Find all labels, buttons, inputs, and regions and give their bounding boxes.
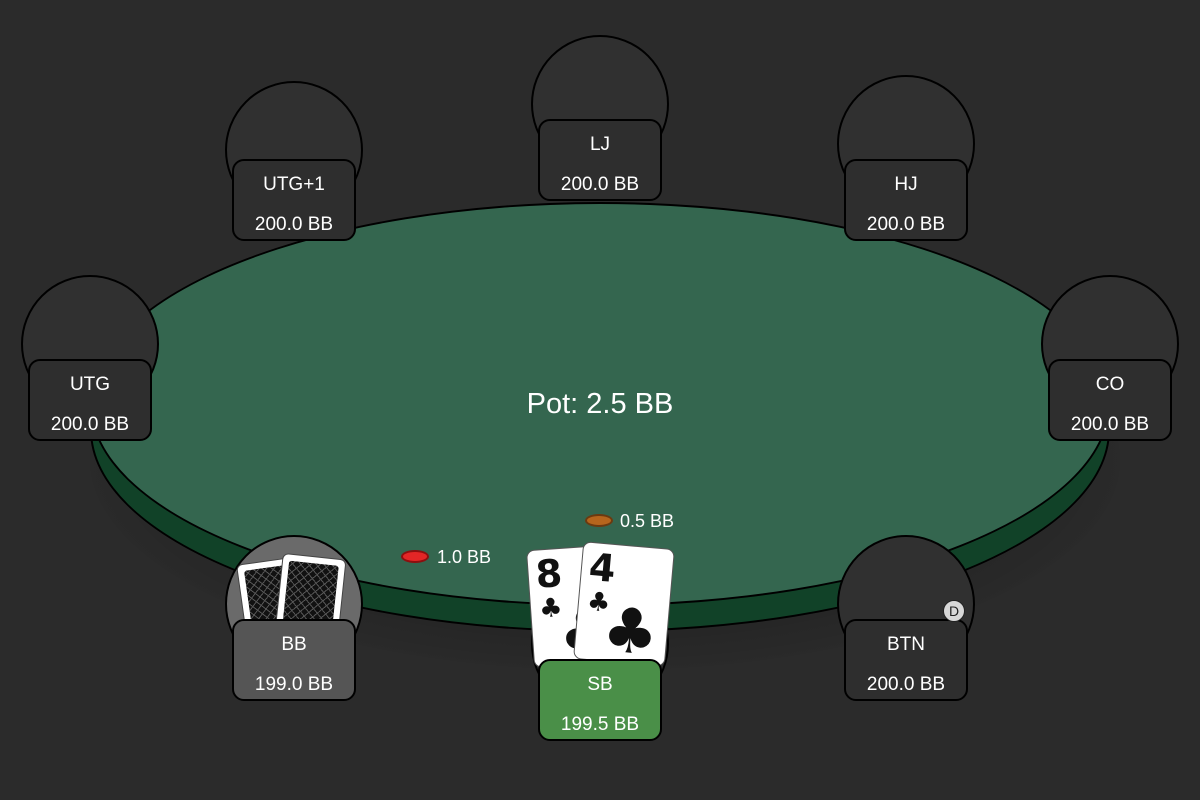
seat-stack-label: 200.0 BB xyxy=(866,214,946,235)
card-rank: 4 xyxy=(587,544,618,592)
seat-position-label: UTG+1 xyxy=(263,174,325,195)
seat-plate-utg[interactable]: UTG 200.0 BB xyxy=(28,359,152,441)
seat-plate-btn[interactable]: BTN 200.0 BB xyxy=(844,619,968,701)
hero-card-2: 4 ♣ ♣ xyxy=(573,541,675,667)
seat-position-label: HJ xyxy=(894,174,918,195)
seat-stack-label: 200.0 BB xyxy=(50,414,130,435)
seat-position-label: UTG xyxy=(69,374,111,395)
seat-plate-bb[interactable]: BB 199.0 BB xyxy=(232,619,356,701)
seat-stack-label: 200.0 BB xyxy=(1070,414,1150,435)
seat-stack-label: 199.5 BB xyxy=(560,714,640,735)
seat-stack-label: 200.0 BB xyxy=(254,214,334,235)
seat-plate-co[interactable]: CO 200.0 BB xyxy=(1048,359,1172,441)
seat-stack-label: 200.0 BB xyxy=(560,174,640,195)
card-rank: 8 xyxy=(534,550,564,597)
bet-chip-bb xyxy=(401,550,429,563)
seat-position-label: BTN xyxy=(887,634,925,655)
pot-total: Pot: 2.5 BB xyxy=(526,388,674,420)
seat-plate-sb[interactable]: SB 199.5 BB xyxy=(538,659,662,741)
bet-amount-bb: 1.0 BB xyxy=(437,547,492,567)
seat-stack-label: 200.0 BB xyxy=(866,674,946,695)
seat-plate-hj[interactable]: HJ 200.0 BB xyxy=(844,159,968,241)
bet-amount-sb: 0.5 BB xyxy=(620,511,675,531)
bet-chip-sb xyxy=(585,514,613,527)
club-suit-icon: ♣ xyxy=(599,592,662,667)
seat-position-label: BB xyxy=(281,634,307,655)
seat-position-label: LJ xyxy=(589,134,611,155)
seat-position-label: SB xyxy=(587,674,613,695)
seat-position-label: CO xyxy=(1095,374,1125,395)
seat-plate-lj[interactable]: LJ 200.0 BB xyxy=(538,119,662,201)
seat-plate-utg1[interactable]: UTG+1 200.0 BB xyxy=(232,159,356,241)
seat-stack-label: 199.0 BB xyxy=(254,674,334,695)
dealer-button-icon: D xyxy=(943,600,965,622)
